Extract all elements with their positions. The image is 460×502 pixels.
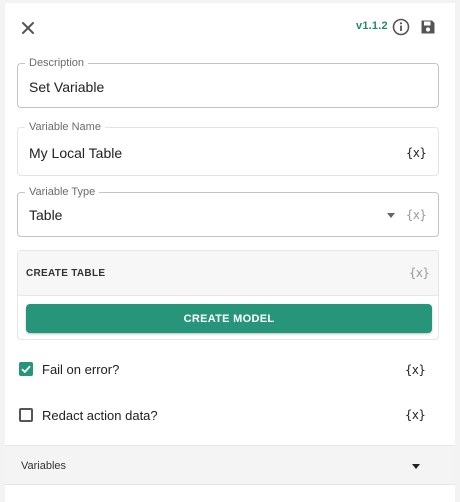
variable-name-label: Variable Name [25,121,105,134]
panel-header: v1.1.2 [5,3,455,55]
variable-name-var-button[interactable]: {x} [406,146,427,160]
create-table-header: CREATE TABLE {x} [18,251,438,296]
save-icon[interactable] [418,17,438,37]
info-icon[interactable] [391,17,411,37]
close-icon[interactable] [18,18,38,38]
redact-action-data-checkbox[interactable] [19,408,33,422]
variable-type-select[interactable]: Variable Type Table {x} [17,186,439,237]
variables-section-toggle[interactable]: Variables [5,445,455,485]
create-model-button[interactable]: CREATE MODEL [26,304,432,333]
fail-on-error-checkbox[interactable] [19,362,33,376]
redact-action-data-label: Redact action data? [42,408,158,423]
variable-type-var-button[interactable]: {x} [406,208,427,222]
checkmark-icon [21,365,31,374]
description-value[interactable]: Set Variable [29,79,104,95]
variable-name-value[interactable]: My Local Table [29,145,122,161]
variable-name-field[interactable]: Variable Name My Local Table {x} [17,121,439,176]
version-label: v1.1.2 [356,20,388,32]
create-table-section: CREATE TABLE {x} CREATE MODEL [17,250,439,340]
create-table-title: CREATE TABLE [26,268,106,279]
fail-on-error-label: Fail on error? [42,362,120,377]
redact-var-button[interactable]: {x} [405,408,426,422]
chevron-down-icon [412,464,420,469]
fail-on-error-var-button[interactable]: {x} [405,363,426,377]
variable-type-label: Variable Type [25,186,100,199]
variables-section-label: Variables [21,460,67,472]
create-table-var-button[interactable]: {x} [409,266,430,280]
variable-type-value: Table [29,207,63,223]
description-label: Description [25,57,89,70]
description-field[interactable]: Description Set Variable [17,57,439,108]
set-variable-panel: v1.1.2 Description Set Variable Variable… [5,3,455,502]
chevron-down-icon[interactable] [387,213,395,218]
